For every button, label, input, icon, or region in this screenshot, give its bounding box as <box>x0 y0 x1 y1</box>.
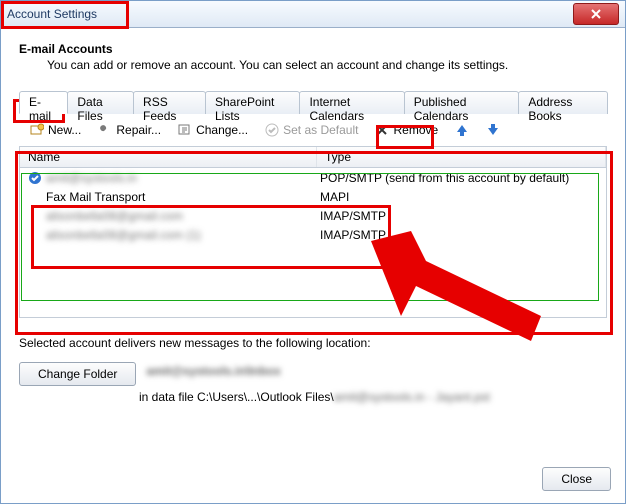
tab-sharepoint-lists[interactable]: SharePoint Lists <box>205 91 300 114</box>
list-header: Name Type <box>20 147 606 168</box>
column-type[interactable]: Type <box>317 147 606 167</box>
set-default-button[interactable]: Set as Default <box>258 120 365 140</box>
column-name[interactable]: Name <box>20 147 317 167</box>
arrow-up-icon <box>455 123 469 137</box>
change-icon <box>178 123 192 137</box>
titlebar: Account Settings <box>1 1 625 28</box>
account-settings-window: Account Settings E-mail Accounts You can… <box>0 0 626 504</box>
account-name: Fax Mail Transport <box>46 190 145 204</box>
arrow-down-icon <box>486 123 500 137</box>
close-button[interactable]: Close <box>542 467 611 491</box>
account-name: alisonbella08@gmail.com (1) <box>46 228 201 242</box>
remove-button[interactable]: Remove <box>368 120 445 140</box>
account-type: IMAP/SMTP <box>312 208 606 224</box>
repair-button[interactable]: Repair... <box>91 120 168 140</box>
move-down-button[interactable] <box>479 120 507 140</box>
default-account-icon <box>28 171 42 185</box>
location-intro: Selected account delivers new messages t… <box>19 336 607 350</box>
account-type: IMAP/SMTP <box>312 227 606 243</box>
table-row[interactable]: amit@systools.in POP/SMTP (send from this… <box>20 168 606 187</box>
account-name: alisonbella08@gmail.com <box>46 209 183 223</box>
remove-icon <box>375 123 389 137</box>
new-button[interactable]: New... <box>23 120 88 140</box>
section-desc: You can add or remove an account. You ca… <box>47 58 607 72</box>
change-folder-button[interactable]: Change Folder <box>19 362 136 386</box>
new-icon <box>30 123 44 137</box>
tab-email[interactable]: E-mail <box>19 91 68 114</box>
location-account-path: amit@systools.in\Inbox <box>146 364 280 378</box>
account-type: POP/SMTP (send from this account by defa… <box>312 170 606 186</box>
section-title: E-mail Accounts <box>19 42 607 56</box>
check-circle-icon <box>265 123 279 137</box>
location-file-prefix: in data file C:\Users\...\Outlook Files\ <box>139 390 334 404</box>
close-icon <box>591 9 601 19</box>
account-type: MAPI <box>312 189 606 205</box>
repair-icon <box>98 123 112 137</box>
tab-data-files[interactable]: Data Files <box>67 91 134 114</box>
new-label: New... <box>48 123 81 137</box>
accounts-list[interactable]: Name Type amit@systools.in POP/SMTP (send… <box>19 146 607 318</box>
tab-rss-feeds[interactable]: RSS Feeds <box>133 91 206 114</box>
account-name: amit@systools.in <box>46 171 137 185</box>
table-row[interactable]: alisonbella08@gmail.com (1) IMAP/SMTP <box>20 225 606 244</box>
tab-published-calendars[interactable]: Published Calendars <box>404 91 520 114</box>
close-window-button[interactable] <box>573 3 619 25</box>
tab-address-books[interactable]: Address Books <box>518 91 608 114</box>
change-button[interactable]: Change... <box>171 120 255 140</box>
move-up-button[interactable] <box>448 120 476 140</box>
tab-internet-calendars[interactable]: Internet Calendars <box>299 91 404 114</box>
window-title: Account Settings <box>7 7 97 21</box>
remove-label: Remove <box>393 123 438 137</box>
tab-bar: E-mail Data Files RSS Feeds SharePoint L… <box>19 90 607 114</box>
set-default-label: Set as Default <box>283 123 358 137</box>
location-file-blur: amit@systools.in - Jayant.pst <box>334 390 490 404</box>
repair-label: Repair... <box>116 123 161 137</box>
location-section: Selected account delivers new messages t… <box>19 336 607 404</box>
table-row[interactable]: Fax Mail Transport MAPI <box>20 187 606 206</box>
change-label: Change... <box>196 123 248 137</box>
table-row[interactable]: alisonbella08@gmail.com IMAP/SMTP <box>20 206 606 225</box>
